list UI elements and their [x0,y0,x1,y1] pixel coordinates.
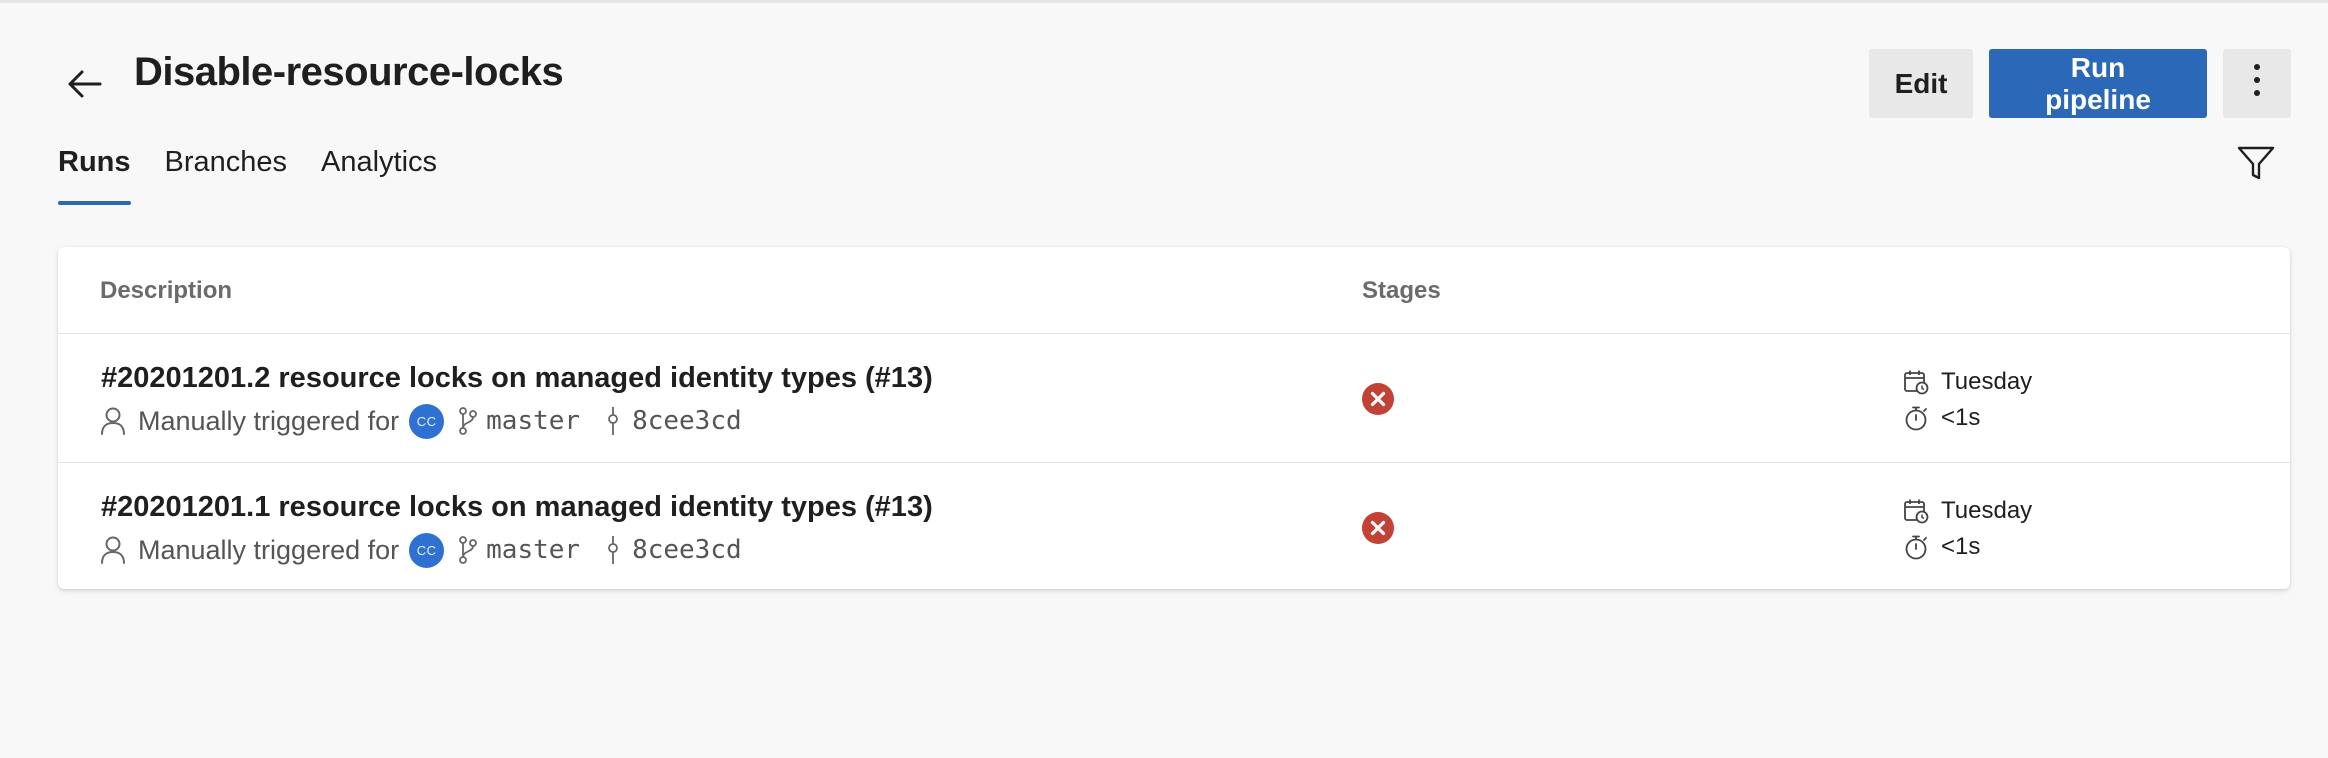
run-time-info: Tuesday <1s [1903,364,2032,436]
column-header-stages: Stages [1362,277,1441,304]
failed-status-icon[interactable] [1361,382,1395,416]
commit-hash[interactable]: 8cee3cd [632,406,742,436]
table-row[interactable]: #20201201.1 resource locks on managed id… [58,463,2290,589]
commit-hash[interactable]: 8cee3cd [632,535,742,565]
trigger-text: Manually triggered for [138,534,400,565]
avatar: CC [409,403,445,439]
trigger-text: Manually triggered for [138,405,400,436]
branch-icon [458,406,478,436]
person-icon [100,535,126,565]
table-row[interactable]: #20201201.2 resource locks on managed id… [58,334,2290,463]
failed-status-icon[interactable] [1361,511,1395,545]
runs-table: Description Stages #20201201.2 resource … [58,247,2290,589]
run-title[interactable]: #20201201.2 resource locks on managed id… [101,362,933,395]
tab-analytics[interactable]: Analytics [321,146,437,205]
back-button[interactable] [60,62,108,110]
tab-branches[interactable]: Branches [165,146,288,205]
person-icon [100,406,126,436]
more-actions-button[interactable] [2223,49,2291,118]
run-pipeline-button[interactable]: Run pipeline [1989,49,2207,118]
branch-icon [458,535,478,565]
table-header: Description Stages [58,247,2290,334]
run-duration: <1s [1941,404,1981,431]
more-vertical-icon [2253,63,2261,104]
run-title[interactable]: #20201201.1 resource locks on managed id… [101,491,933,524]
tab-runs[interactable]: Runs [58,146,131,205]
filter-button[interactable] [2236,145,2276,185]
branch-name[interactable]: master [486,535,580,565]
run-date: Tuesday [1941,368,2033,395]
commit-icon [606,535,620,565]
edit-button[interactable]: Edit [1869,49,1973,118]
header-actions: Edit Run pipeline [1869,49,2291,118]
tab-bar: Runs Branches Analytics [58,146,437,205]
run-duration: <1s [1941,533,1981,560]
stopwatch-icon [1903,405,1929,431]
commit-icon [606,406,620,436]
filter-icon [2237,145,2275,186]
calendar-icon [1903,498,1929,524]
run-meta: Manually triggered for CC master 8cee3cd [100,402,742,440]
branch-name[interactable]: master [486,406,580,436]
avatar: CC [409,532,445,568]
run-meta: Manually triggered for CC master 8cee3cd [100,531,742,569]
column-header-description: Description [100,277,233,304]
arrow-left-icon [64,64,104,109]
calendar-icon [1903,369,1929,395]
run-date: Tuesday [1941,497,2033,524]
run-time-info: Tuesday <1s [1903,493,2032,565]
page-title: Disable-resource-locks [134,50,564,94]
top-divider [0,0,2328,3]
stopwatch-icon [1903,534,1929,560]
